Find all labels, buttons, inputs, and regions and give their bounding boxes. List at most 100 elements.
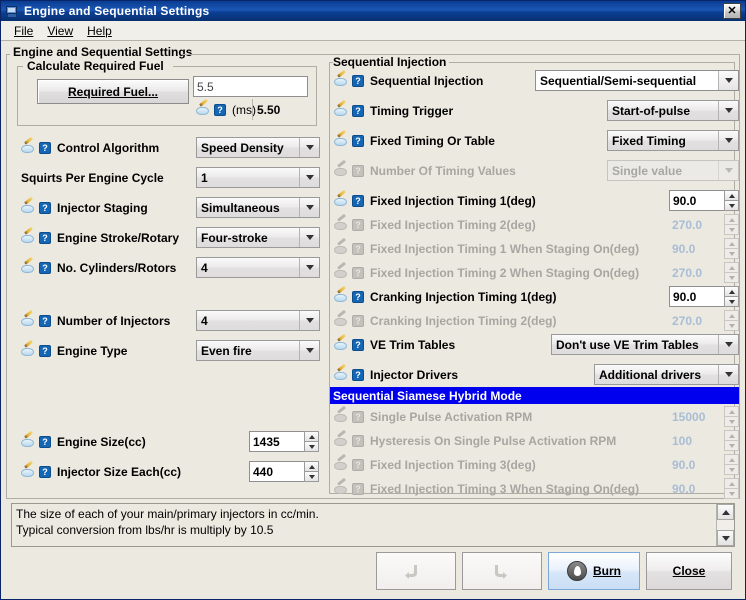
help-icon[interactable]: ? <box>212 103 228 117</box>
spinner-up-icon <box>724 454 739 464</box>
required-fuel-button[interactable]: Required Fuel... <box>37 79 189 104</box>
chevron-down-icon[interactable] <box>299 168 319 187</box>
redo-button[interactable] <box>462 552 542 590</box>
pencil-icon[interactable] <box>21 141 37 155</box>
help-icon[interactable]: ? <box>350 290 366 304</box>
spinner-up-icon[interactable] <box>304 461 319 471</box>
pencil-icon[interactable] <box>334 290 350 304</box>
chevron-down-icon[interactable] <box>299 138 319 157</box>
help-icon[interactable]: ? <box>350 368 366 382</box>
spinner-up-icon[interactable] <box>724 190 739 200</box>
help-icon[interactable]: ? <box>37 141 53 155</box>
chevron-down-icon[interactable] <box>718 365 738 384</box>
required-fuel-value-field[interactable]: 5.5 <box>193 76 308 97</box>
pencil-icon[interactable] <box>21 261 37 275</box>
chevron-down-icon[interactable] <box>299 341 319 360</box>
spinner-injector-size-each[interactable]: 440 <box>249 461 319 482</box>
close-window-button[interactable]: ✕ <box>723 3 741 19</box>
pencil-icon[interactable] <box>21 231 37 245</box>
combo-ve-trim-tables[interactable]: Don't use VE Trim Tables <box>551 334 739 355</box>
chevron-down-icon[interactable] <box>718 101 738 120</box>
pencil-icon[interactable] <box>334 338 350 352</box>
combo-no-cylinders-rotors[interactable]: 4 <box>196 257 320 278</box>
help-icon[interactable]: ? <box>350 74 366 88</box>
chevron-down-icon[interactable] <box>299 258 319 277</box>
combo-sequential-injection[interactable]: Sequential/Semi-sequential <box>535 70 739 91</box>
spinner-fixed-injection-timing-1-value[interactable]: 90.0 <box>669 190 724 211</box>
combo-injector-drivers[interactable]: Additional drivers <box>594 364 739 385</box>
chevron-down-icon[interactable] <box>718 131 738 150</box>
pencil-icon[interactable] <box>196 103 212 117</box>
help-icon[interactable]: ? <box>350 134 366 148</box>
spinner-engine-size-value[interactable]: 1435 <box>249 431 304 452</box>
row-sequential-injection: ? Sequential Injection <box>334 70 483 92</box>
combo-engine-type[interactable]: Even fire <box>196 340 320 361</box>
combo-injector-staging[interactable]: Simultaneous <box>196 197 320 218</box>
spinner-up-icon <box>724 310 739 320</box>
help-icon[interactable]: ? <box>37 261 53 275</box>
help-icon[interactable]: ? <box>350 194 366 208</box>
menu-view[interactable]: View <box>40 23 80 39</box>
spinner-engine-size-buttons[interactable] <box>304 431 319 452</box>
combo-no-cylinders-rotors-value: 4 <box>197 258 299 277</box>
spinner-down-icon[interactable] <box>304 441 319 452</box>
status-text: The size of each of your main/primary in… <box>12 504 716 546</box>
chevron-down-icon[interactable] <box>718 71 738 90</box>
pencil-icon[interactable] <box>334 368 350 382</box>
pencil-icon[interactable] <box>21 344 37 358</box>
status-scrollbar[interactable] <box>716 504 734 546</box>
pencil-icon[interactable] <box>21 314 37 328</box>
spinner-injector-size-each-buttons[interactable] <box>304 461 319 482</box>
help-icon[interactable]: ? <box>37 201 53 215</box>
chevron-down-icon[interactable] <box>718 335 738 354</box>
spinner-fixed-injection-timing-1[interactable]: 90.0 <box>669 190 739 211</box>
spinner-down-icon[interactable] <box>724 200 739 211</box>
label-timing-trigger: Timing Trigger <box>370 104 453 118</box>
help-icon[interactable]: ? <box>37 344 53 358</box>
pencil-icon <box>334 434 350 448</box>
help-icon[interactable]: ? <box>350 104 366 118</box>
combo-engine-type-value: Even fire <box>197 341 299 360</box>
help-icon[interactable]: ? <box>37 435 53 449</box>
close-button[interactable]: Close <box>646 552 732 590</box>
pencil-icon[interactable] <box>21 435 37 449</box>
chevron-down-icon[interactable] <box>299 311 319 330</box>
pencil-icon[interactable] <box>334 134 350 148</box>
combo-fixed-timing-or-table[interactable]: Fixed Timing <box>607 130 739 151</box>
spinner-cranking-injection-timing-1[interactable]: 90.0 <box>669 286 739 307</box>
help-icon[interactable]: ? <box>37 465 53 479</box>
spinner-fixed-injection-timing-2: 270.0 <box>669 214 739 235</box>
label-cranking-injection-timing-2: Cranking Injection Timing 2(deg) <box>370 314 556 328</box>
undo-button[interactable] <box>376 552 456 590</box>
scroll-up-icon[interactable] <box>717 504 734 520</box>
combo-timing-trigger[interactable]: Start-of-pulse <box>607 100 739 121</box>
burn-button[interactable]: Burn <box>548 552 640 590</box>
pencil-icon[interactable] <box>21 465 37 479</box>
menu-file[interactable]: File <box>7 23 40 39</box>
spinner-up-icon[interactable] <box>304 431 319 441</box>
help-icon[interactable]: ? <box>37 231 53 245</box>
spinner-engine-size[interactable]: 1435 <box>249 431 319 452</box>
chevron-down-icon[interactable] <box>299 198 319 217</box>
combo-engine-stroke-rotary[interactable]: Four-stroke <box>196 227 320 248</box>
spinner-up-icon[interactable] <box>724 286 739 296</box>
combo-control-algorithm[interactable]: Speed Density <box>196 137 320 158</box>
help-icon[interactable]: ? <box>37 314 53 328</box>
combo-sequential-injection-value: Sequential/Semi-sequential <box>536 71 718 90</box>
spinner-fixed-injection-timing-1-staging-value: 90.0 <box>669 238 724 259</box>
combo-squirts-per-engine-cycle[interactable]: 1 <box>196 167 320 188</box>
scroll-down-icon[interactable] <box>717 530 734 546</box>
chevron-down-icon[interactable] <box>299 228 319 247</box>
spinner-down-icon[interactable] <box>304 471 319 482</box>
row-fixed-injection-timing-2-staging: ? Fixed Injection Timing 2 When Staging … <box>334 262 639 284</box>
pencil-icon[interactable] <box>334 104 350 118</box>
pencil-icon[interactable] <box>334 194 350 208</box>
spinner-cranking-injection-timing-1-value[interactable]: 90.0 <box>669 286 724 307</box>
combo-number-of-injectors[interactable]: 4 <box>196 310 320 331</box>
pencil-icon[interactable] <box>21 201 37 215</box>
help-icon[interactable]: ? <box>350 338 366 352</box>
menu-help[interactable]: Help <box>80 23 119 39</box>
pencil-icon[interactable] <box>334 74 350 88</box>
spinner-injector-size-each-value[interactable]: 440 <box>249 461 304 482</box>
spinner-down-icon[interactable] <box>724 296 739 307</box>
